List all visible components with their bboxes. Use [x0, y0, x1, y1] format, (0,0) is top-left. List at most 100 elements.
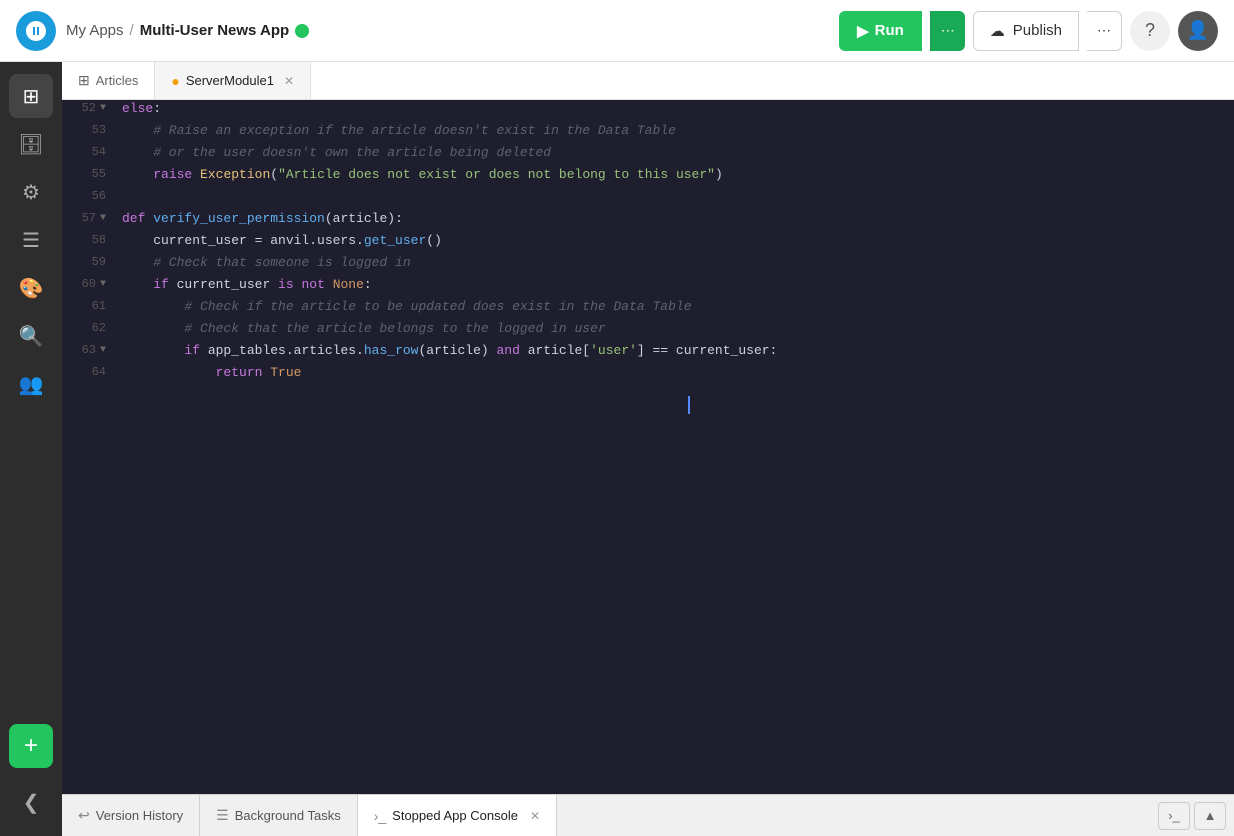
header: My Apps / Multi-User News App ▶ Run ⋯ ☁ …	[0, 0, 1234, 62]
code-line-61: 61 # Check if the article to be updated …	[62, 298, 1234, 320]
line-content-56	[114, 188, 1234, 205]
bottom-tabs-right: ›_ ▲	[1158, 802, 1234, 830]
palette-icon: 🎨	[19, 276, 44, 301]
breadcrumb: My Apps / Multi-User News App	[66, 22, 309, 39]
tab-version-history[interactable]: ↩ Version History	[62, 795, 200, 836]
publish-cloud-icon: ☁	[990, 22, 1005, 40]
help-button[interactable]: ?	[1130, 11, 1170, 51]
code-line-55: 55 raise Exception("Article does not exi…	[62, 166, 1234, 188]
server-module-tab-close[interactable]: ✕	[284, 74, 294, 88]
publish-more-button[interactable]: ⋯	[1087, 11, 1122, 51]
line-number-57: 57 ▼	[62, 210, 114, 226]
code-line-53: 53 # Raise an exception if the article d…	[62, 122, 1234, 144]
sidebar-item-list[interactable]: ☰	[9, 218, 53, 262]
server-module-tab-label: ServerModule1	[186, 73, 274, 88]
line-content-60: if current_user is not None:	[114, 276, 1234, 293]
line-number-56: 56	[62, 188, 114, 204]
header-left: My Apps / Multi-User News App	[16, 11, 309, 51]
code-line-56: 56	[62, 188, 1234, 210]
sidebar-item-search[interactable]: 🔍	[9, 314, 53, 358]
arrow-60: ▼	[100, 279, 106, 290]
terminal-icon: ›_	[1168, 808, 1180, 823]
code-line-62: 62 # Check that the article belongs to t…	[62, 320, 1234, 342]
sidebar-collapse-button[interactable]: ❮	[9, 780, 53, 824]
stopped-app-console-icon: ›_	[374, 808, 386, 824]
tab-background-tasks[interactable]: ☰ Background Tasks	[200, 795, 358, 836]
grid-icon: ⊞	[23, 84, 40, 109]
line-content-55: raise Exception("Article does not exist …	[114, 166, 1234, 183]
line-number-61: 61	[62, 298, 114, 314]
sidebar: ⊞ 🗄 ⚙ ☰ 🎨 🔍 👥 + ❮	[0, 62, 62, 836]
version-history-icon: ↩	[78, 807, 90, 824]
articles-tab-label: Articles	[96, 73, 139, 88]
cursor	[688, 396, 690, 414]
line-number-64: 64	[62, 364, 114, 380]
line-number-63: 63 ▼	[62, 342, 114, 358]
publish-button[interactable]: ☁ Publish	[973, 11, 1079, 51]
sidebar-item-palette[interactable]: 🎨	[9, 266, 53, 310]
editor-empty-space	[62, 386, 1234, 686]
expand-button[interactable]: ▲	[1194, 802, 1226, 830]
sidebar-item-grid[interactable]: ⊞	[9, 74, 53, 118]
list-icon: ☰	[22, 228, 40, 253]
help-icon: ?	[1145, 20, 1155, 41]
background-tasks-label: Background Tasks	[235, 808, 341, 823]
tab-stopped-app-console[interactable]: ›_ Stopped App Console ✕	[358, 795, 557, 836]
code-line-60: 60 ▼ if current_user is not None:	[62, 276, 1234, 298]
tab-articles[interactable]: ⊞ Articles	[62, 62, 155, 99]
line-content-64: return True	[114, 364, 1234, 381]
avatar-icon: 👤	[1187, 20, 1209, 41]
add-icon: +	[24, 732, 38, 760]
user-avatar-button[interactable]: 👤	[1178, 11, 1218, 51]
run-more-button[interactable]: ⋯	[930, 11, 965, 51]
stopped-app-console-close[interactable]: ✕	[530, 809, 540, 823]
line-content-58: current_user = anvil.users.get_user()	[114, 232, 1234, 249]
line-number-58: 58	[62, 232, 114, 248]
line-content-52: else:	[114, 100, 1234, 117]
code-line-57: 57 ▼ def verify_user_permission(article)…	[62, 210, 1234, 232]
run-button[interactable]: ▶ Run	[839, 11, 922, 51]
tab-server-module[interactable]: ● ServerModule1 ✕	[155, 62, 311, 99]
logo[interactable]	[16, 11, 56, 51]
line-number-62: 62	[62, 320, 114, 336]
expand-icon: ▲	[1204, 808, 1217, 823]
users-icon: 👥	[19, 372, 44, 397]
line-number-55: 55	[62, 166, 114, 182]
line-content-57: def verify_user_permission(article):	[114, 210, 1234, 227]
server-module-tab-icon: ●	[171, 73, 179, 89]
line-number-52: 52 ▼	[62, 100, 114, 116]
version-history-label: Version History	[96, 808, 183, 823]
breadcrumb-my-apps[interactable]: My Apps	[66, 22, 124, 39]
breadcrumb-app-name: Multi-User News App	[140, 22, 289, 39]
sidebar-item-database[interactable]: 🗄	[9, 122, 53, 166]
sidebar-item-settings[interactable]: ⚙	[9, 170, 53, 214]
status-indicator	[295, 24, 309, 38]
collapse-icon: ❮	[23, 790, 40, 815]
terminal-button[interactable]: ›_	[1158, 802, 1190, 830]
articles-tab-icon: ⊞	[78, 72, 90, 89]
code-line-59: 59 # Check that someone is logged in	[62, 254, 1234, 276]
code-line-54: 54 # or the user doesn't own the article…	[62, 144, 1234, 166]
header-right: ▶ Run ⋯ ☁ Publish ⋯ ? 👤	[839, 11, 1218, 51]
line-content-59: # Check that someone is logged in	[114, 254, 1234, 271]
sidebar-item-users[interactable]: 👥	[9, 362, 53, 406]
add-button[interactable]: +	[9, 724, 53, 768]
database-icon: 🗄	[18, 132, 43, 157]
code-line-64: 64 return True	[62, 364, 1234, 386]
line-number-54: 54	[62, 144, 114, 160]
run-more-icon: ⋯	[941, 22, 955, 38]
editor-area: ⊞ Articles ● ServerModule1 ✕ 52 ▼ else: …	[62, 62, 1234, 836]
settings-icon: ⚙	[22, 180, 40, 205]
editor-tabs: ⊞ Articles ● ServerModule1 ✕	[62, 62, 1234, 100]
line-content-53: # Raise an exception if the article does…	[114, 122, 1234, 139]
main-layout: ⊞ 🗄 ⚙ ☰ 🎨 🔍 👥 + ❮ ⊞	[0, 62, 1234, 836]
arrow-63: ▼	[100, 345, 106, 356]
code-editor[interactable]: 52 ▼ else: 53 # Raise an exception if th…	[62, 100, 1234, 794]
line-content-62: # Check that the article belongs to the …	[114, 320, 1234, 337]
publish-more-icon: ⋯	[1097, 22, 1111, 38]
line-number-60: 60 ▼	[62, 276, 114, 292]
line-content-61: # Check if the article to be updated doe…	[114, 298, 1234, 315]
run-icon: ▶	[857, 22, 869, 40]
line-content-63: if app_tables.articles.has_row(article) …	[114, 342, 1234, 359]
line-number-59: 59	[62, 254, 114, 270]
